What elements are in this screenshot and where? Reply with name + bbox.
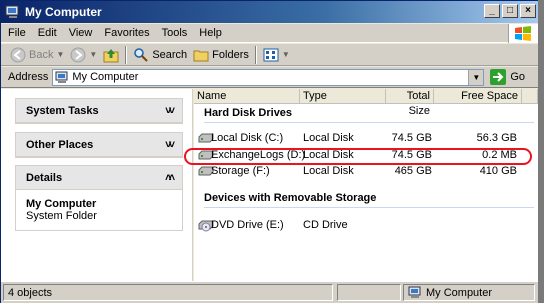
details-title-label: Details	[26, 171, 63, 184]
status-panel-empty	[337, 284, 401, 301]
menu-favorites[interactable]: Favorites	[98, 27, 155, 39]
drive-total: 74.5 GB	[391, 132, 432, 144]
address-label: Address	[8, 71, 49, 83]
menu-file[interactable]: File	[1, 27, 32, 39]
back-dropdown-icon[interactable]: ▼	[56, 50, 64, 59]
menu-view[interactable]: View	[63, 27, 99, 39]
drive-total: 465 GB	[394, 165, 432, 177]
address-bar: Address My Computer ▼ Go	[1, 67, 538, 88]
address-value: My Computer	[72, 71, 139, 83]
forward-dropdown-icon[interactable]: ▼	[89, 50, 97, 59]
window-shadow	[538, 0, 544, 303]
details-item-type: System Folder	[26, 210, 97, 222]
close-button[interactable]: ×	[520, 4, 536, 18]
toolbar-separator	[125, 45, 128, 64]
maximize-button[interactable]: □	[502, 4, 518, 18]
views-dropdown-icon[interactable]: ▼	[282, 50, 290, 59]
status-object-count: 4 objects	[3, 284, 333, 301]
system-tasks-panel: System Tasks ˅˅	[15, 98, 183, 124]
title-bar[interactable]: My Computer _ □ ×	[1, 1, 538, 23]
go-button[interactable]: Go	[490, 69, 525, 85]
drive-free: 56.3 GB	[476, 132, 517, 144]
address-input[interactable]: My Computer ▼	[52, 68, 485, 86]
menu-bar: File Edit View Favorites Tools Help	[1, 24, 538, 43]
menu-edit[interactable]: Edit	[32, 27, 63, 39]
group-divider	[204, 122, 534, 123]
other-places-title: Other Places	[26, 138, 94, 151]
search-icon	[134, 47, 149, 62]
details-item-name: My Computer	[26, 198, 97, 210]
column-filler	[522, 89, 538, 104]
folders-button[interactable]: Folders	[190, 46, 252, 64]
column-type[interactable]: Type	[300, 89, 386, 104]
toolbar-separator	[254, 45, 257, 64]
drive-type: Local Disk	[303, 165, 354, 177]
address-dropdown-icon[interactable]: ▼	[468, 69, 484, 85]
column-name[interactable]: Name	[194, 89, 300, 104]
other-places-panel: Other Places ˅˅	[15, 132, 183, 158]
minimize-button[interactable]: _	[484, 4, 500, 18]
chevron-down-icon[interactable]: ˅˅	[165, 105, 175, 117]
drive-name: Storage (F:)	[211, 165, 270, 177]
chevron-up-icon[interactable]: ˄˄	[165, 172, 175, 184]
drive-name: DVD Drive (E:)	[211, 219, 284, 231]
group-divider	[204, 207, 534, 208]
folders-label: Folders	[212, 48, 249, 61]
back-button[interactable]: Back ▼	[7, 46, 67, 64]
toolbar: Back ▼ ▼ Search Folders ▼	[1, 44, 538, 66]
views-button[interactable]: ▼	[260, 46, 293, 64]
window-title: My Computer	[25, 5, 102, 19]
file-list: Name Type Total Size Free Space Hard Dis…	[194, 89, 538, 281]
back-label: Back	[29, 48, 54, 61]
status-location: My Computer	[403, 284, 535, 301]
search-label: Search	[152, 48, 188, 61]
highlight-annotation	[184, 148, 532, 165]
back-arrow-icon	[10, 47, 26, 62]
column-free-space[interactable]: Free Space	[434, 89, 522, 104]
explorer-window: My Computer _ □ × File Edit View Favorit…	[0, 0, 544, 303]
details-panel: Details ˄˄ My Computer System Folder	[15, 165, 183, 231]
computer-icon	[5, 5, 19, 18]
details-header[interactable]: Details ˄˄	[16, 166, 182, 190]
computer-icon	[408, 286, 421, 298]
menu-tools[interactable]: Tools	[156, 27, 194, 39]
menu-help[interactable]: Help	[193, 27, 228, 39]
chevron-down-icon[interactable]: ˅˅	[165, 139, 175, 151]
views-icon	[263, 48, 279, 61]
folder-icon	[193, 50, 209, 61]
table-row[interactable]: DVD Drive (E:) CD Drive	[194, 217, 538, 233]
up-folder-icon	[103, 48, 119, 62]
column-total-size[interactable]: Total Size	[386, 89, 434, 117]
details-body: My Computer System Folder	[16, 190, 182, 230]
drive-type: Local Disk	[303, 132, 354, 144]
table-row[interactable]: Storage (F:) Local Disk 465 GB 410 GB	[194, 163, 538, 179]
drive-type: CD Drive	[303, 219, 348, 231]
other-places-header[interactable]: Other Places ˅˅	[16, 133, 182, 157]
computer-icon	[55, 71, 68, 83]
forward-arrow-icon	[70, 47, 86, 62]
system-tasks-header[interactable]: System Tasks ˅˅	[16, 99, 182, 123]
go-arrow-icon	[490, 69, 507, 85]
up-folder-button[interactable]	[100, 46, 122, 64]
go-label: Go	[510, 71, 526, 83]
task-pane: System Tasks ˅˅ Other Places ˅˅ Details …	[1, 89, 193, 281]
drive-free: 410 GB	[479, 165, 517, 177]
group-hard-disk-drives: Hard Disk Drives	[204, 107, 293, 119]
status-bar: 4 objects My Computer	[1, 281, 538, 303]
object-count: 4 objects	[8, 286, 53, 299]
forward-button[interactable]: ▼	[67, 46, 100, 64]
windows-logo-icon	[508, 24, 538, 43]
drive-name: Local Disk (C:)	[211, 132, 284, 144]
system-tasks-title: System Tasks	[26, 104, 99, 117]
group-removable-storage: Devices with Removable Storage	[204, 192, 377, 204]
table-row[interactable]: Local Disk (C:) Local Disk 74.5 GB 56.3 …	[194, 130, 538, 146]
location-label: My Computer	[426, 286, 493, 299]
search-button[interactable]: Search	[130, 46, 190, 64]
